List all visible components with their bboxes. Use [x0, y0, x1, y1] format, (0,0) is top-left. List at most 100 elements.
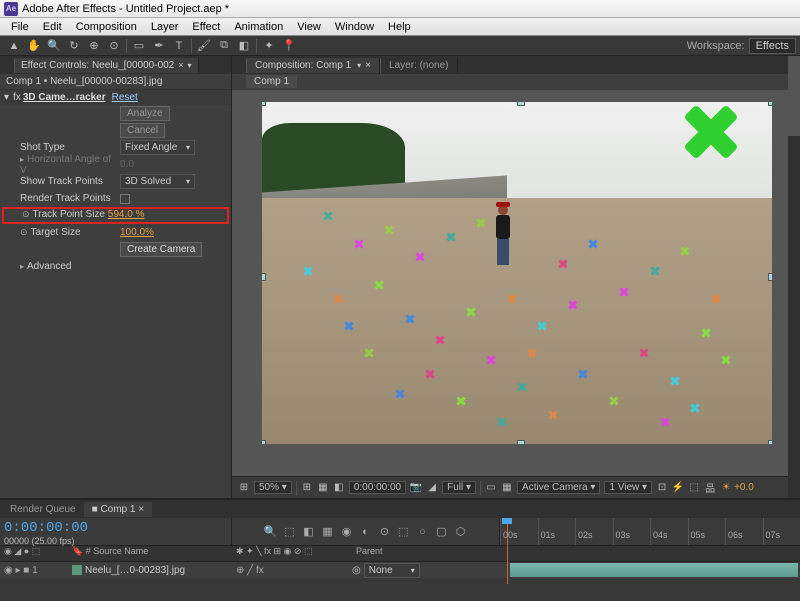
resolution-dropdown[interactable]: Full ▾ [442, 481, 476, 494]
timeline-comp-tab[interactable]: ■ Comp 1 × [84, 502, 152, 517]
menu-animation[interactable]: Animation [227, 21, 290, 33]
menu-composition[interactable]: Composition [69, 21, 144, 33]
camera-tool[interactable]: ⊕ [85, 38, 103, 54]
draft-3d-icon[interactable]: ◧ [301, 525, 317, 538]
render-track-points-checkbox[interactable] [120, 194, 130, 204]
channel-icon[interactable]: ◢ [424, 482, 440, 493]
bbox-handle-tr[interactable] [768, 102, 772, 106]
pen-tool[interactable]: ✒ [150, 38, 168, 54]
track-point[interactable] [690, 403, 700, 413]
menu-layer[interactable]: Layer [144, 21, 186, 33]
hide-shy-icon[interactable]: ▦ [320, 525, 336, 538]
ruler-tick[interactable]: 06s [725, 518, 763, 545]
track-point[interactable] [384, 225, 394, 235]
close-icon[interactable]: × [365, 60, 371, 71]
switches-icon[interactable]: ▢ [434, 525, 450, 538]
layer-clip[interactable] [510, 563, 798, 577]
bbox-handle-br[interactable] [768, 440, 772, 444]
track-point[interactable] [537, 321, 547, 331]
bbox-handle-bc[interactable] [517, 440, 525, 444]
track-target-marker[interactable] [681, 102, 741, 162]
track-point[interactable] [527, 348, 537, 358]
ruler-tick[interactable]: 00s [500, 518, 538, 545]
rect-tool[interactable]: ▭ [130, 38, 148, 54]
track-point[interactable] [405, 314, 415, 324]
timeline-ruler-area[interactable]: 00s01s02s03s04s05s06s07s [500, 518, 800, 545]
time-display[interactable]: 0:00:00:00 [349, 481, 406, 494]
pixel-aspect-icon[interactable]: ⊡ [654, 482, 670, 493]
track-point[interactable] [588, 239, 598, 249]
fast-preview-icon[interactable]: ⚡ [670, 482, 686, 493]
track-point[interactable] [486, 355, 496, 365]
workspace-select[interactable]: Effects [749, 38, 796, 54]
layer-tab[interactable]: Layer: (none) [380, 58, 457, 73]
parent-dropdown[interactable]: None [364, 563, 420, 578]
zoom-dropdown[interactable]: 50% ▾ [254, 481, 292, 494]
track-point[interactable] [395, 389, 405, 399]
brush-tool[interactable]: 🖌 [195, 38, 213, 54]
track-point[interactable] [476, 218, 486, 228]
exposure-value[interactable]: +0.0 [734, 482, 754, 493]
track-point[interactable] [354, 239, 364, 249]
mask-icon[interactable]: ◧ [331, 482, 347, 493]
layer-row[interactable]: ◉ ▸ ■ 1 Neelu_[…0-00283].jpg ⊕ ╱ fx ◎ No… [0, 562, 800, 578]
eraser-tool[interactable]: ◧ [235, 38, 253, 54]
track-point[interactable] [639, 348, 649, 358]
menu-help[interactable]: Help [381, 21, 418, 33]
track-point[interactable] [323, 211, 333, 221]
transparency-icon[interactable]: ▦ [315, 482, 331, 493]
effect-reset-link[interactable]: Reset [112, 92, 138, 103]
puppet-tool[interactable]: 📍 [280, 38, 298, 54]
snapshot-icon[interactable]: 📷 [408, 482, 424, 493]
track-point[interactable] [374, 280, 384, 290]
track-point[interactable] [466, 307, 476, 317]
track-point[interactable] [333, 294, 343, 304]
clone-tool[interactable]: ⧉ [215, 38, 233, 54]
comp-subtab[interactable]: Comp 1 [246, 75, 297, 88]
track-point[interactable] [578, 369, 588, 379]
timeline-track[interactable] [500, 562, 800, 578]
track-point[interactable] [415, 252, 425, 262]
track-point[interactable] [446, 232, 456, 242]
auto-keyframe-icon[interactable]: ○ [415, 526, 431, 538]
composition-tab[interactable]: Composition: Comp 1 ▾ × [246, 58, 380, 73]
track-point[interactable] [303, 266, 313, 276]
comp-mini-flowchart-icon[interactable]: ⬚ [282, 525, 298, 538]
bbox-handle-bl[interactable] [262, 440, 266, 444]
timeline-icon[interactable]: ⬚ [686, 482, 702, 493]
panel-menu-icon[interactable]: ▾ [188, 61, 192, 70]
menu-file[interactable]: File [4, 21, 36, 33]
menu-edit[interactable]: Edit [36, 21, 69, 33]
bbox-handle-tl[interactable] [262, 102, 266, 106]
menu-effect[interactable]: Effect [185, 21, 227, 33]
show-track-points-dropdown[interactable]: 3D Solved [120, 174, 195, 189]
roto-tool[interactable]: ✦ [260, 38, 278, 54]
advanced-label[interactable]: Advanced [20, 261, 120, 272]
close-icon[interactable]: × [178, 60, 183, 70]
grid-icon[interactable]: ⊞ [236, 482, 252, 493]
ruler-tick[interactable]: 03s [613, 518, 651, 545]
track-point[interactable] [650, 266, 660, 276]
ruler-tick[interactable]: 01s [538, 518, 576, 545]
track-point[interactable] [721, 355, 731, 365]
resolution-icon[interactable]: ⊞ [299, 482, 315, 493]
track-point[interactable] [558, 259, 568, 269]
bbox-handle-ml[interactable] [262, 273, 266, 281]
disclosure-triangle-icon[interactable]: ▾ [4, 92, 9, 103]
ruler-tick[interactable]: 07s [763, 518, 800, 545]
region-icon[interactable]: ▭ [483, 482, 499, 493]
track-point[interactable] [344, 321, 354, 331]
panel-scrollbar[interactable] [788, 56, 800, 498]
chevron-down-icon[interactable]: ▾ [357, 61, 361, 70]
ruler-tick[interactable]: 04s [650, 518, 688, 545]
track-point[interactable] [517, 382, 527, 392]
motion-blur-icon[interactable]: ◐ [358, 526, 374, 538]
track-point[interactable] [456, 396, 466, 406]
modes-icon[interactable]: ⬡ [453, 525, 469, 538]
selection-tool[interactable]: ▲ [5, 38, 23, 54]
type-tool[interactable]: T [170, 38, 188, 54]
track-point[interactable] [660, 417, 670, 427]
canvas-area[interactable] [232, 90, 800, 476]
comp-flowchart-icon[interactable]: 品 [702, 480, 718, 495]
track-point[interactable] [670, 376, 680, 386]
